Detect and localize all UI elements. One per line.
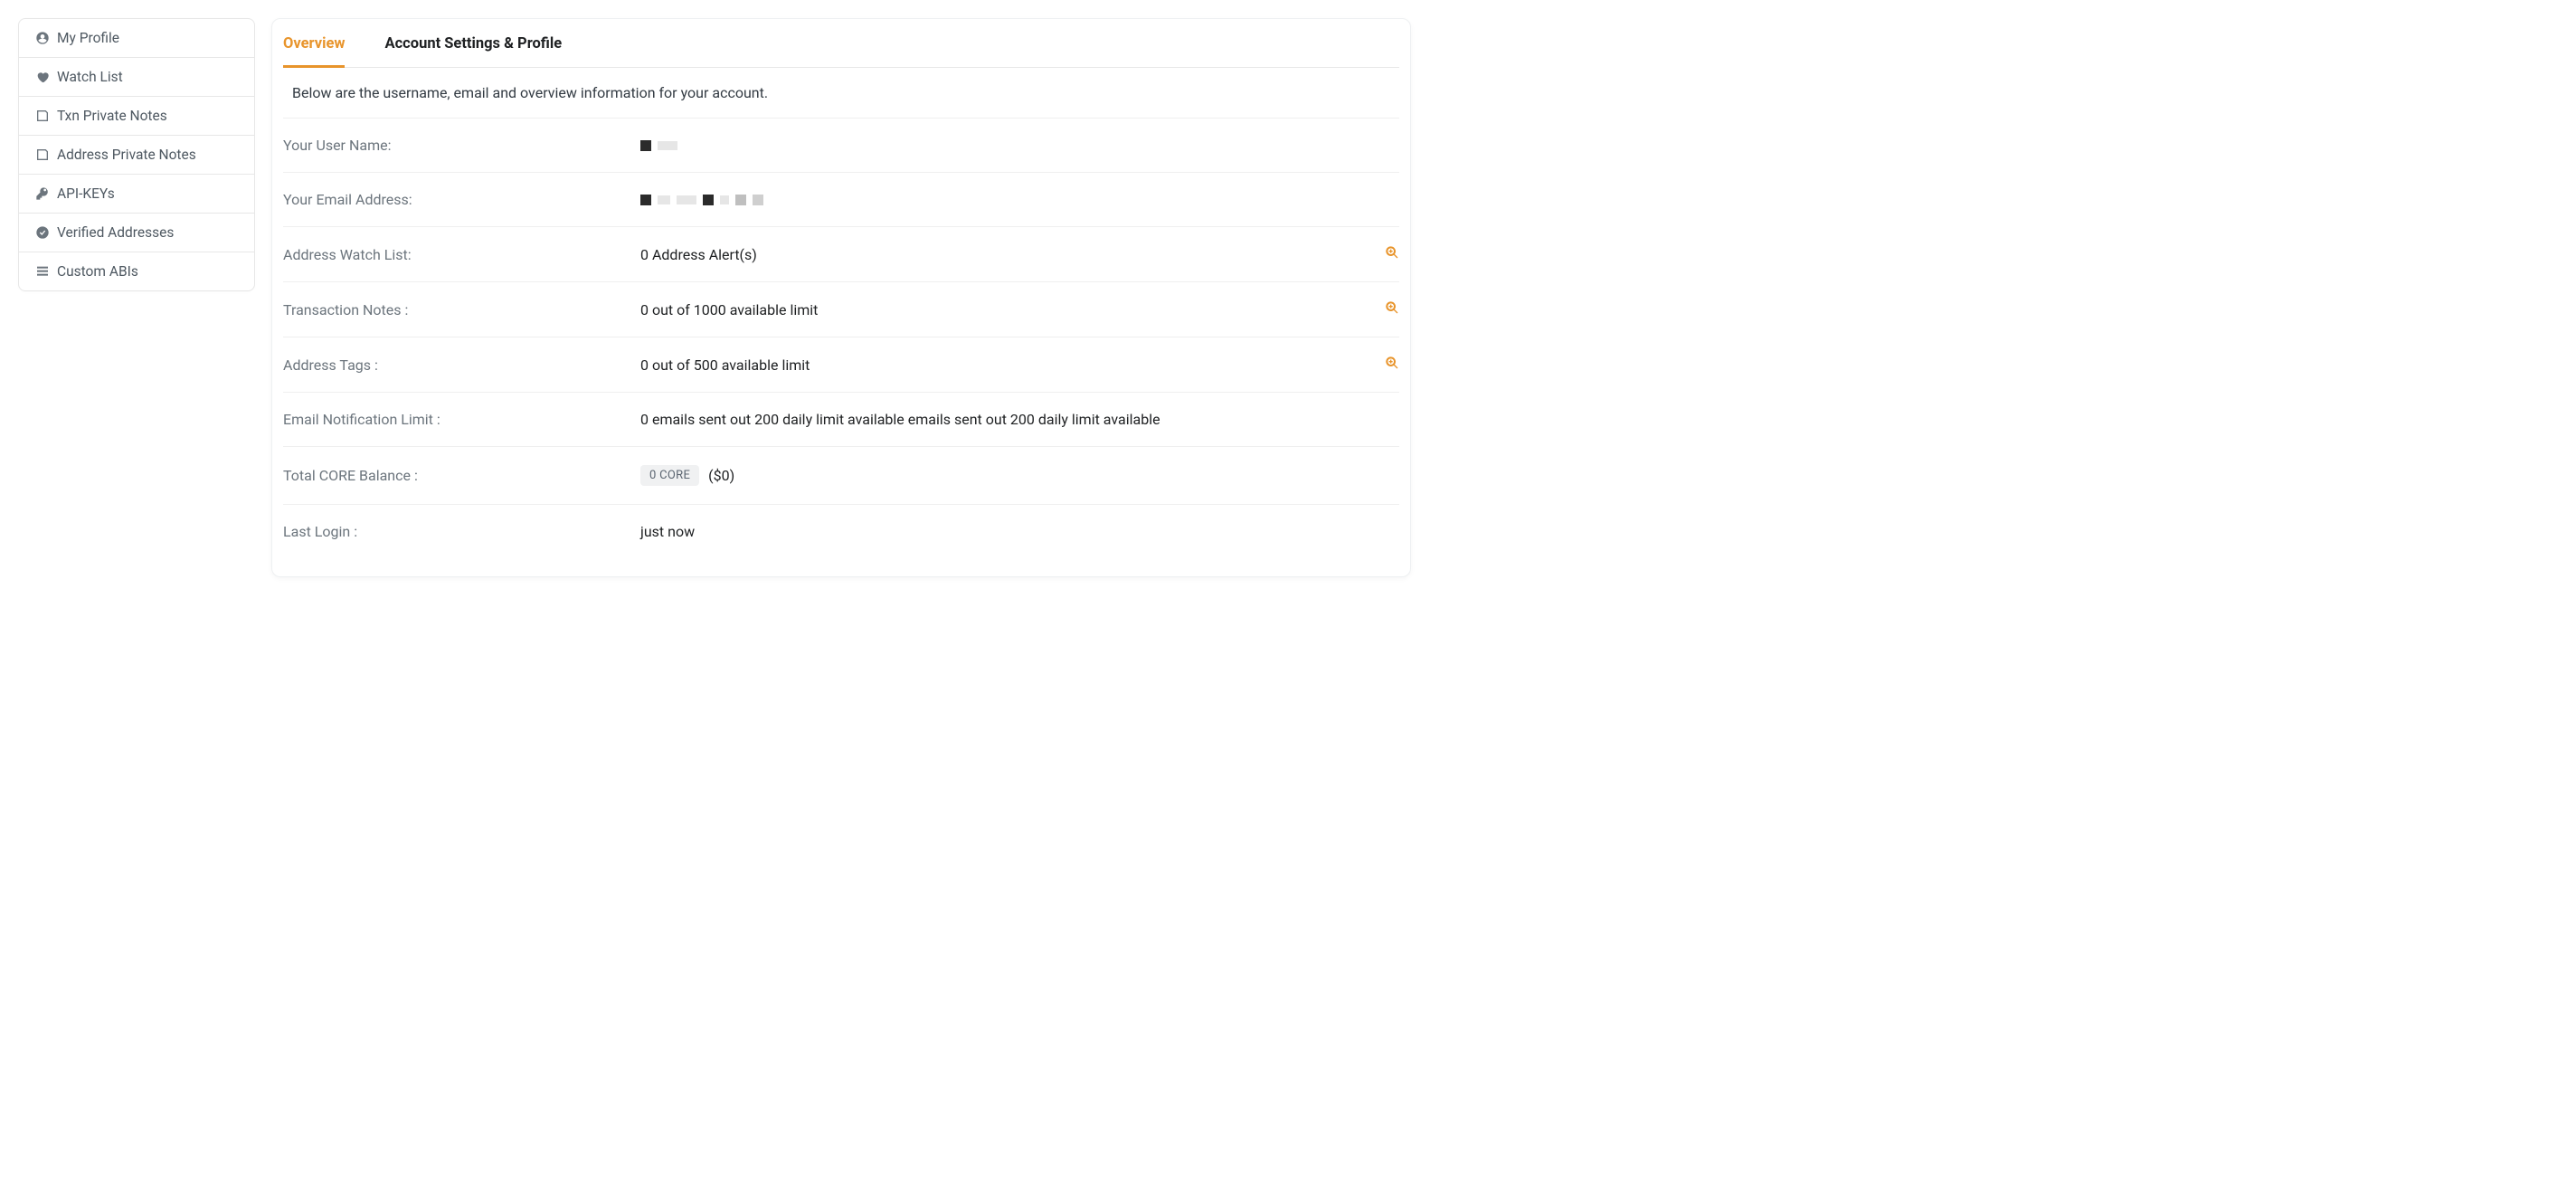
tab-account-settings[interactable]: Account Settings & Profile xyxy=(384,19,562,68)
sidebar-item-label: Custom ABIs xyxy=(57,263,138,280)
sidebar-item-label: Watch List xyxy=(57,69,123,85)
row-address-tags-value: 0 out of 500 available limit xyxy=(640,356,1385,374)
zoom-icon xyxy=(1385,356,1399,374)
row-balance-label: Total CORE Balance : xyxy=(283,467,640,484)
note-icon xyxy=(35,109,50,123)
tabs: Overview Account Settings & Profile xyxy=(283,19,1399,68)
row-email-notif-value: 0 emails sent out 200 daily limit availa… xyxy=(640,411,1399,428)
balance-usd: ($0) xyxy=(708,467,734,484)
key-icon xyxy=(35,186,50,201)
row-txn-notes-value: 0 out of 1000 available limit xyxy=(640,301,1385,318)
watchlist-view-button[interactable] xyxy=(1385,245,1399,263)
row-last-login-value: just now xyxy=(640,523,1399,540)
redacted-username xyxy=(640,140,677,151)
row-txn-notes: Transaction Notes : 0 out of 1000 availa… xyxy=(283,281,1399,337)
user-circle-icon xyxy=(35,31,50,45)
row-txn-notes-label: Transaction Notes : xyxy=(283,301,640,318)
sidebar-item-verified-addresses[interactable]: Verified Addresses xyxy=(19,214,254,252)
row-email-label: Your Email Address: xyxy=(283,191,640,208)
row-email-notif: Email Notification Limit : 0 emails sent… xyxy=(283,392,1399,446)
check-badge-icon xyxy=(35,225,50,240)
row-balance-value: 0 CORE ($0) xyxy=(640,465,1399,486)
note-icon xyxy=(35,147,50,162)
row-address-tags: Address Tags : 0 out of 500 available li… xyxy=(283,337,1399,392)
txn-notes-view-button[interactable] xyxy=(1385,300,1399,318)
row-watchlist-label: Address Watch List: xyxy=(283,246,640,263)
sidebar-item-txn-notes[interactable]: Txn Private Notes xyxy=(19,97,254,136)
row-email: Your Email Address: xyxy=(283,172,1399,226)
zoom-icon xyxy=(1385,245,1399,263)
row-watchlist-value: 0 Address Alert(s) xyxy=(640,246,1385,263)
row-email-notif-label: Email Notification Limit : xyxy=(283,411,640,428)
row-last-login-label: Last Login : xyxy=(283,523,640,540)
row-username-label: Your User Name: xyxy=(283,137,640,154)
row-email-value xyxy=(640,195,1399,205)
sidebar-item-api-keys[interactable]: API-KEYs xyxy=(19,175,254,214)
row-balance: Total CORE Balance : 0 CORE ($0) xyxy=(283,446,1399,504)
heart-icon xyxy=(35,70,50,84)
redacted-email xyxy=(640,195,763,205)
sidebar-item-custom-abis[interactable]: Custom ABIs xyxy=(19,252,254,290)
sidebar-item-address-notes[interactable]: Address Private Notes xyxy=(19,136,254,175)
account-sidebar: My Profile Watch List Txn Private Notes … xyxy=(18,18,255,291)
row-username-value xyxy=(640,140,1399,151)
stack-icon xyxy=(35,264,50,279)
sidebar-item-label: Address Private Notes xyxy=(57,147,196,163)
row-address-tags-label: Address Tags : xyxy=(283,356,640,374)
row-watchlist: Address Watch List: 0 Address Alert(s) xyxy=(283,226,1399,281)
balance-badge: 0 CORE xyxy=(640,465,699,486)
zoom-icon xyxy=(1385,300,1399,318)
row-last-login: Last Login : just now xyxy=(283,504,1399,558)
sidebar-item-my-profile[interactable]: My Profile xyxy=(19,19,254,58)
tab-overview[interactable]: Overview xyxy=(283,19,345,68)
sidebar-item-label: API-KEYs xyxy=(57,185,115,202)
row-username: Your User Name: xyxy=(283,118,1399,172)
address-tags-view-button[interactable] xyxy=(1385,356,1399,374)
sidebar-item-watch-list[interactable]: Watch List xyxy=(19,58,254,97)
sidebar-item-label: Txn Private Notes xyxy=(57,108,167,124)
overview-intro-text: Below are the username, email and overvi… xyxy=(283,68,1399,118)
sidebar-item-label: My Profile xyxy=(57,30,119,46)
sidebar-item-label: Verified Addresses xyxy=(57,224,174,241)
account-overview-panel: Overview Account Settings & Profile Belo… xyxy=(271,18,1411,577)
